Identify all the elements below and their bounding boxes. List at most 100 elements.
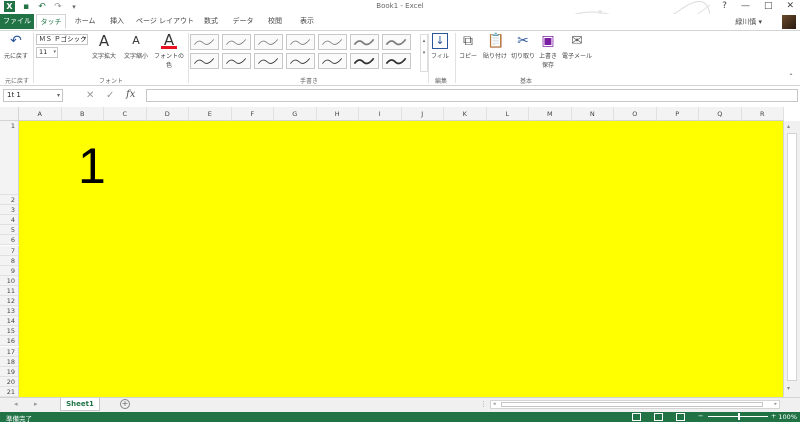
tab-insert[interactable]: 挿入 <box>104 14 130 29</box>
cell-a1-value[interactable]: 1 <box>78 140 106 192</box>
add-sheet-button[interactable]: + <box>120 399 130 409</box>
column-header[interactable]: A <box>19 107 62 121</box>
row-header[interactable]: 11 <box>0 285 19 296</box>
sheet-nav-prev-icon[interactable]: ◂ <box>14 400 18 408</box>
handwriting-style-swatch[interactable] <box>190 34 219 50</box>
normal-view-icon[interactable] <box>632 413 641 421</box>
help-button[interactable]: ? <box>722 1 727 11</box>
save-icon[interactable]: ▪ <box>21 2 31 12</box>
tab-split-handle-icon[interactable]: ⋮ <box>480 400 487 408</box>
row-header[interactable]: 1 <box>0 121 19 195</box>
copy-button[interactable]: ⧉ コピー <box>457 33 479 60</box>
handwriting-style-swatch[interactable] <box>222 53 251 69</box>
row-header[interactable]: 3 <box>0 205 19 216</box>
row-header[interactable]: 2 <box>0 195 19 206</box>
zoom-slider[interactable] <box>708 413 768 420</box>
row-header[interactable]: 10 <box>0 275 19 286</box>
user-account[interactable]: 緑川慎 ▾ <box>735 17 762 27</box>
grow-font-button[interactable]: A 文字拡大 <box>88 33 120 60</box>
handwriting-style-swatch[interactable] <box>318 34 347 50</box>
insert-function-icon[interactable]: fx <box>126 89 135 100</box>
zoom-slider-thumb[interactable] <box>738 413 740 420</box>
handwriting-style-swatch[interactable] <box>254 34 283 50</box>
row-header[interactable]: 14 <box>0 316 19 327</box>
select-all-corner[interactable] <box>0 107 19 121</box>
scroll-right-icon[interactable]: ▸ <box>774 401 777 407</box>
column-header[interactable]: P <box>656 107 699 121</box>
handwriting-style-swatch[interactable] <box>350 34 379 50</box>
column-header[interactable]: C <box>104 107 147 121</box>
row-header[interactable]: 18 <box>0 356 19 367</box>
row-header[interactable]: 20 <box>0 376 19 387</box>
tab-file[interactable]: ファイル <box>0 14 34 29</box>
name-box[interactable]: 1t 1 ▾ <box>3 89 63 102</box>
handwriting-style-swatch[interactable] <box>286 53 315 69</box>
row-header[interactable]: 19 <box>0 366 19 377</box>
row-header[interactable]: 16 <box>0 336 19 347</box>
scroll-thumb[interactable] <box>501 402 763 407</box>
font-name-combo[interactable]: ＭＳ Ｐゴシック ▾ <box>36 34 88 45</box>
row-header[interactable]: 15 <box>0 326 19 337</box>
column-header[interactable]: M <box>529 107 572 121</box>
row-header[interactable]: 4 <box>0 215 19 226</box>
enter-icon[interactable]: ✓ <box>106 90 114 101</box>
tab-data[interactable]: データ <box>228 14 258 29</box>
zoom-out-button[interactable]: − <box>698 412 703 420</box>
gallery-scroll[interactable]: ▴ ▾ <box>420 34 428 72</box>
column-header[interactable]: E <box>189 107 232 121</box>
customize-qat-icon[interactable]: ▾ <box>69 2 79 12</box>
horizontal-scrollbar[interactable]: ◂ ▸ <box>490 400 780 409</box>
cancel-icon[interactable]: ✕ <box>86 90 94 101</box>
tab-review[interactable]: 校閲 <box>262 14 288 29</box>
handwriting-style-swatch[interactable] <box>286 34 315 50</box>
column-header[interactable]: F <box>231 107 274 121</box>
row-header[interactable]: 12 <box>0 296 19 307</box>
column-header[interactable]: L <box>486 107 529 121</box>
minimize-button[interactable]: — <box>741 1 750 11</box>
avatar[interactable] <box>782 15 796 29</box>
tab-page-layout[interactable]: ページ レイアウト <box>134 14 196 29</box>
column-header[interactable]: D <box>146 107 189 121</box>
cut-button[interactable]: ✂ 切り取り <box>509 33 537 60</box>
vertical-scrollbar[interactable]: ▴ ▾ <box>783 121 800 397</box>
row-header[interactable]: 9 <box>0 265 19 276</box>
handwriting-style-swatch[interactable] <box>382 53 411 69</box>
paste-button[interactable]: 📋 貼り付け <box>481 33 509 60</box>
column-header[interactable]: J <box>401 107 444 121</box>
scroll-down-icon[interactable]: ▾ <box>787 385 790 392</box>
scroll-thumb[interactable] <box>787 133 797 381</box>
page-layout-view-icon[interactable] <box>654 413 663 421</box>
zoom-level[interactable]: 100% <box>778 413 797 421</box>
undo-button[interactable]: ↶ 元に戻す <box>2 33 30 60</box>
handwriting-style-swatch[interactable] <box>222 34 251 50</box>
page-break-view-icon[interactable] <box>676 413 685 421</box>
email-button[interactable]: ✉ 電子メール <box>561 33 593 60</box>
row-header[interactable]: 13 <box>0 306 19 317</box>
column-header[interactable]: G <box>274 107 317 121</box>
shrink-font-button[interactable]: A 文字縮小 <box>120 33 152 60</box>
row-header[interactable]: 5 <box>0 225 19 236</box>
font-size-combo[interactable]: 11 ▾ <box>36 47 58 58</box>
zoom-in-button[interactable]: + <box>771 412 776 420</box>
sheet-nav-next-icon[interactable]: ▸ <box>34 400 38 408</box>
scroll-left-icon[interactable]: ◂ <box>493 401 496 407</box>
handwriting-style-swatch[interactable] <box>254 53 283 69</box>
column-header[interactable]: N <box>571 107 614 121</box>
tab-home[interactable]: ホーム <box>70 14 100 29</box>
handwriting-style-swatch[interactable] <box>190 53 219 69</box>
column-header[interactable]: R <box>741 107 784 121</box>
handwriting-style-swatch[interactable] <box>350 53 379 69</box>
scroll-up-icon[interactable]: ▴ <box>787 123 790 130</box>
column-header[interactable]: B <box>61 107 104 121</box>
row-header[interactable]: 21 <box>0 386 19 397</box>
handwriting-style-swatch[interactable] <box>318 53 347 69</box>
handwriting-style-swatch[interactable] <box>382 34 411 50</box>
save-overwrite-button[interactable]: ▣ 上書き 保存 <box>537 33 559 69</box>
row-header[interactable]: 8 <box>0 255 19 266</box>
formula-input[interactable] <box>146 89 798 102</box>
tab-view[interactable]: 表示 <box>294 14 320 29</box>
tab-touch[interactable]: タッチ <box>36 14 66 29</box>
column-header[interactable]: K <box>444 107 487 121</box>
ribbon-collapse-button[interactable]: ⌃ <box>786 73 796 80</box>
sheet-tab-sheet1[interactable]: Sheet1 <box>60 398 100 411</box>
